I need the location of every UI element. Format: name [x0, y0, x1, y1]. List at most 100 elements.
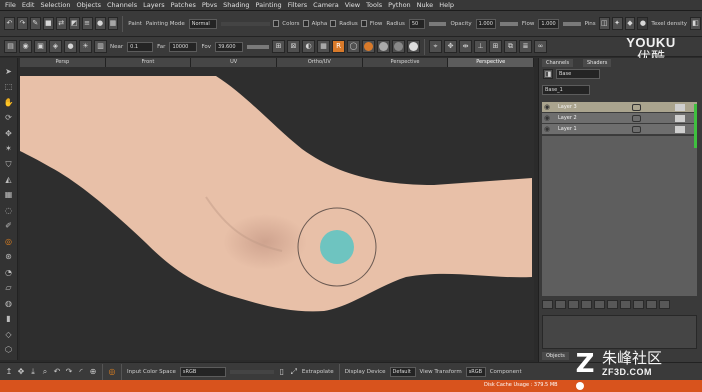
near-field[interactable]: 0.1 [127, 41, 154, 52]
menu-layers[interactable]: Layers [140, 1, 168, 9]
shading-icon[interactable]: ◐ [302, 40, 316, 53]
tab-perspective-active[interactable]: Perspective [448, 58, 535, 67]
camera-icon[interactable]: ◉ [19, 40, 32, 53]
flatten-layer-icon[interactable] [633, 299, 644, 309]
pin-extra-icon[interactable]: ◧ [690, 17, 701, 30]
select-icon[interactable]: ⬚ [3, 81, 15, 92]
radius-field[interactable]: 50 [408, 18, 425, 29]
opacity-field[interactable]: 1.000 [475, 18, 496, 29]
grey-sphere-icon[interactable] [377, 40, 391, 53]
paint-bucket-icon[interactable]: ⛉ [3, 159, 15, 170]
cursor-icon[interactable]: ➤ [3, 66, 15, 77]
view-layout-icon[interactable]: ▤ [4, 40, 17, 53]
tab-front[interactable]: Front [105, 58, 192, 67]
painting-mode-dropdown[interactable]: Normal [188, 18, 218, 29]
radius-slider[interactable] [428, 21, 447, 26]
link-icon[interactable]: ∞ [534, 40, 548, 53]
magic-wand-icon[interactable]: ✶ [3, 143, 15, 154]
pin-paint-icon[interactable]: ✦ [611, 17, 623, 30]
align-icon[interactable]: ⊥ [474, 40, 488, 53]
view-transform-dropdown[interactable]: sRGB [465, 366, 486, 377]
menu-patches[interactable]: Patches [168, 1, 199, 9]
lasso-icon[interactable]: ◌ [3, 205, 15, 216]
delete-layer-icon[interactable] [646, 299, 657, 309]
undo-icon[interactable]: ↶ [4, 17, 15, 30]
paint-mode-icon[interactable]: R [332, 40, 346, 53]
menu-edit[interactable]: Edit [19, 1, 38, 9]
lights-icon[interactable]: ☀ [79, 40, 92, 53]
zoom-icon[interactable]: ⊕ [88, 367, 98, 377]
viewport[interactable] [20, 67, 534, 360]
menu-python[interactable]: Python [385, 1, 414, 9]
menu-painting[interactable]: Painting [253, 1, 285, 9]
viewport-canvas[interactable] [20, 67, 534, 360]
rotate-icon[interactable]: ⟳ [3, 112, 15, 123]
arrow-down-icon[interactable]: ⤓ [28, 367, 38, 377]
picker-icon[interactable]: ✐ [3, 221, 15, 232]
layer-name[interactable]: Layer 1 [552, 126, 630, 132]
menu-objects[interactable]: Objects [73, 1, 104, 9]
eye-icon[interactable]: ◉ [542, 125, 552, 133]
cross-arrows-icon[interactable]: ✥ [16, 367, 26, 377]
fov-slider[interactable] [247, 44, 270, 49]
flow-slider[interactable] [562, 21, 581, 26]
clone-icon[interactable]: ⊛ [3, 252, 15, 263]
tab-objects[interactable]: Objects [542, 352, 569, 360]
group-layer-icon[interactable] [555, 299, 566, 309]
shader-dropdown[interactable]: Base_1 [542, 85, 590, 95]
menu-channels[interactable]: Channels [104, 1, 140, 9]
tab-perspective[interactable]: Perspective [362, 58, 449, 67]
overlay-icon[interactable]: ▥ [94, 40, 107, 53]
paint-brush-icon[interactable]: ◎ [3, 236, 15, 247]
menu-help[interactable]: Help [436, 1, 457, 9]
menu-nuke[interactable]: Nuke [414, 1, 437, 9]
input-color-space-dropdown[interactable]: sRGB [179, 366, 226, 377]
grid-toggle-icon[interactable]: ⊞ [489, 40, 503, 53]
eraser-icon[interactable]: ▱ [3, 283, 15, 294]
redo-history-icon[interactable]: ↷ [64, 367, 74, 377]
add-layer-icon[interactable] [542, 299, 553, 309]
flow-field[interactable]: 1.000 [538, 18, 559, 29]
blur-icon[interactable]: ◍ [3, 298, 15, 309]
slice-icon[interactable]: ◭ [3, 174, 15, 185]
display-device-dropdown[interactable]: Default [389, 366, 416, 377]
layer-row[interactable]: ◉ Layer 3 [542, 102, 697, 113]
layer-row[interactable]: ◉ Layer 1 [542, 124, 697, 135]
tab-shaders[interactable]: Shaders [583, 59, 612, 67]
merge-layer-icon[interactable] [620, 299, 631, 309]
lock-icon[interactable] [632, 114, 641, 122]
white-sphere-icon[interactable] [407, 40, 421, 53]
sphere-icon[interactable]: ● [94, 17, 106, 30]
texel-density-icon[interactable]: ● [637, 17, 649, 30]
grid-view-icon[interactable]: ▦ [107, 17, 119, 30]
menu-shading[interactable]: Shading [220, 1, 252, 9]
arrow-up-icon[interactable]: ↥ [4, 367, 14, 377]
symmetry-icon[interactable]: ⇹ [459, 40, 473, 53]
dark-sphere-icon[interactable] [392, 40, 406, 53]
grid-icon[interactable]: ▦ [3, 190, 15, 201]
mask-layer-icon[interactable] [581, 299, 592, 309]
hand-icon[interactable]: ✋ [3, 97, 15, 108]
eye-icon[interactable]: ◉ [542, 114, 552, 122]
layers-stack-icon[interactable]: ≡ [81, 17, 93, 30]
brush-icon[interactable]: ✎ [29, 17, 41, 30]
procedural-layer-icon[interactable] [607, 299, 618, 309]
smudge-icon[interactable]: ◔ [3, 267, 15, 278]
tab-uv[interactable]: UV [191, 58, 278, 67]
flatten-icon[interactable]: ◇ [3, 329, 15, 340]
tab-channels[interactable]: Channels [542, 59, 574, 67]
opacity-slider[interactable] [499, 21, 518, 26]
document-icon[interactable]: ▯ [277, 367, 287, 377]
curve-icon[interactable]: ◜ [76, 367, 86, 377]
color-target-icon[interactable]: ◎ [107, 367, 117, 377]
settings-icon[interactable] [659, 299, 670, 309]
radius-checkbox[interactable] [330, 20, 337, 27]
redo-icon[interactable]: ↷ [16, 17, 28, 30]
cube-icon[interactable]: ◈ [49, 40, 62, 53]
image-icon[interactable]: ▣ [34, 40, 47, 53]
orange-sphere-icon[interactable] [362, 40, 376, 53]
flow-checkbox[interactable] [360, 20, 367, 27]
channel-dropdown[interactable]: Base [556, 69, 600, 79]
pin-object-icon[interactable]: ◆ [624, 17, 636, 30]
palette-icon[interactable]: ◩ [68, 17, 80, 30]
